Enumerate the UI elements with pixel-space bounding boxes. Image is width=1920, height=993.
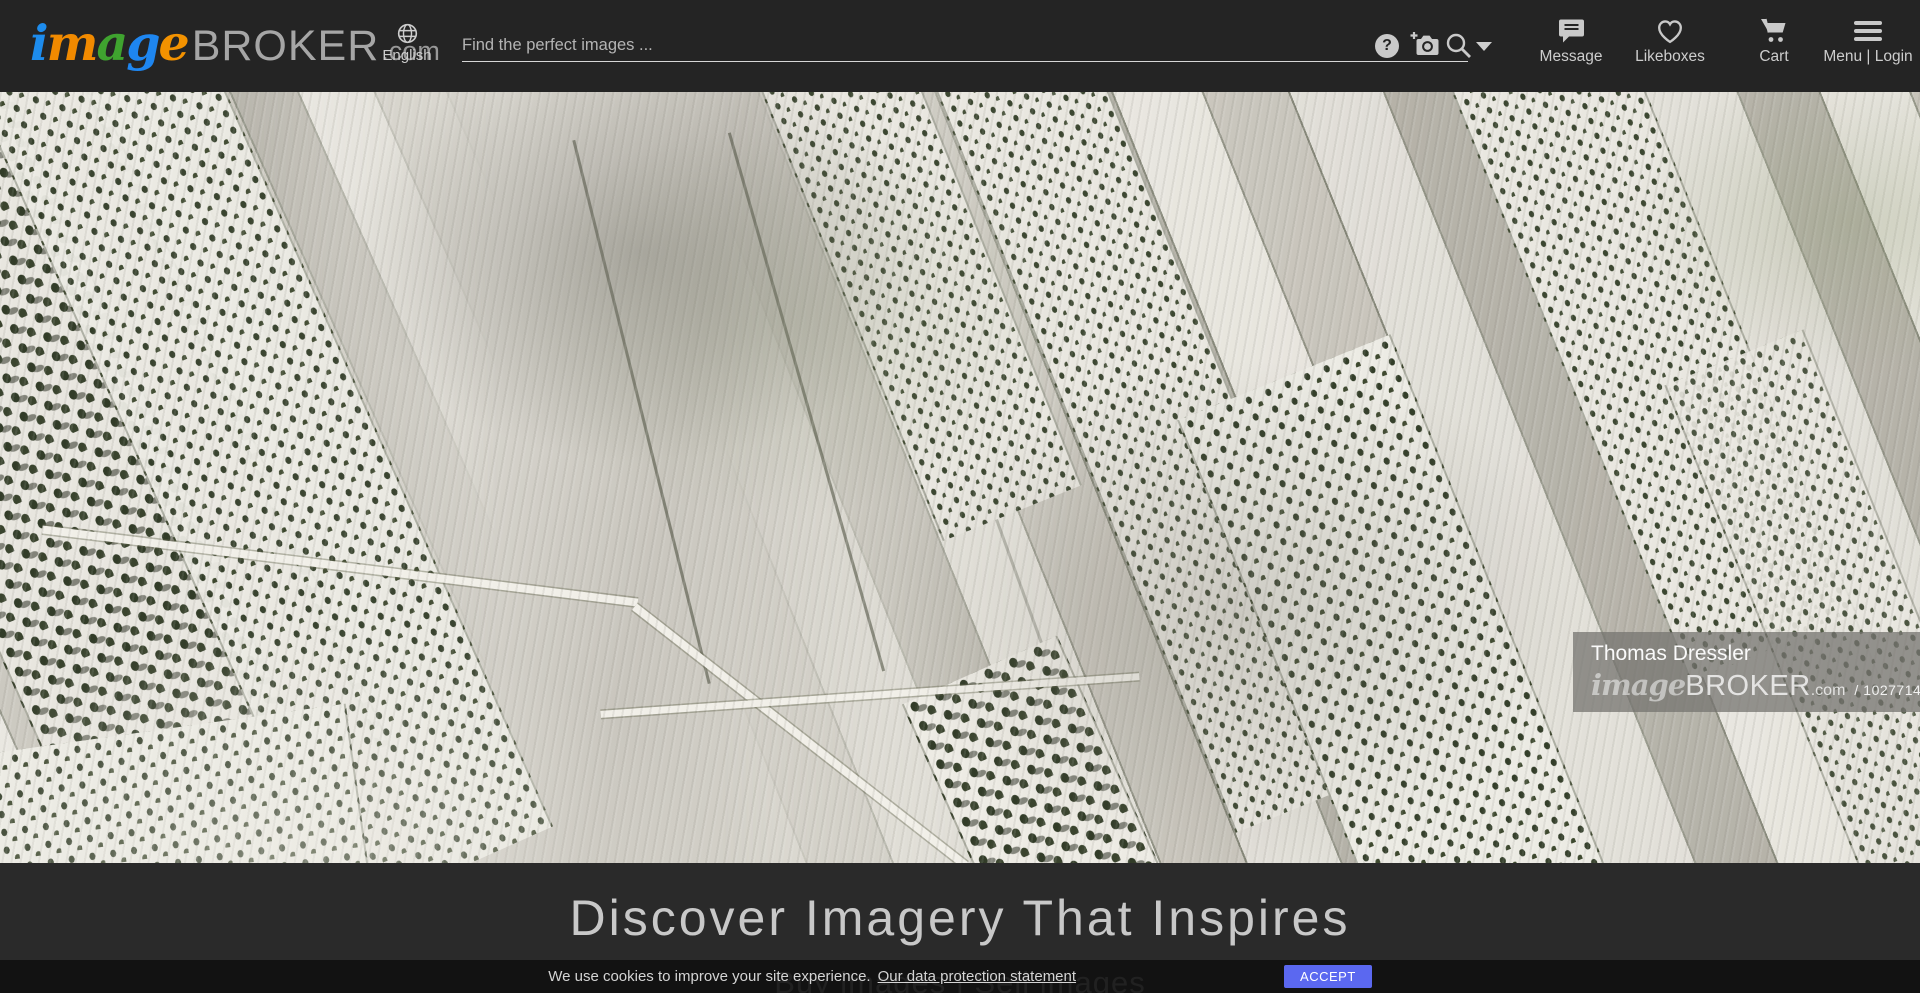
globe-icon	[396, 22, 419, 45]
nav-likeboxes-label: Likeboxes	[1624, 48, 1716, 66]
nav-cart-label: Cart	[1744, 48, 1804, 66]
logo-letter: m	[47, 14, 97, 72]
watermark-tld: .com	[1811, 682, 1846, 700]
hero-image: Thomas Dressler image BROKER .com / 1027…	[0, 92, 1920, 863]
cookie-message: We use cookies to improve your site expe…	[548, 968, 870, 985]
nav-message[interactable]: Message	[1532, 16, 1610, 66]
hamburger-menu-icon	[1854, 17, 1882, 45]
logo-image-word: image	[30, 14, 188, 72]
search-bar: ?	[462, 31, 1468, 62]
accept-button[interactable]: ACCEPT	[1284, 965, 1372, 988]
logo-letter: a	[96, 14, 126, 72]
help-icon[interactable]: ?	[1375, 34, 1399, 58]
cookie-banner: We use cookies to improve your site expe…	[0, 960, 1920, 993]
camera-search-icon[interactable]	[1409, 31, 1441, 59]
photographer-name: Thomas Dressler	[1591, 642, 1906, 666]
nav-likeboxes[interactable]: Likeboxes	[1624, 16, 1716, 66]
heart-icon	[1655, 18, 1685, 45]
watermark-separator: /	[1854, 682, 1858, 698]
language-selector[interactable]: English	[372, 22, 442, 64]
nav-menu-login-label: Menu | Login	[1818, 48, 1918, 66]
nav-cart[interactable]: Cart	[1744, 16, 1804, 66]
logo-letter: i	[30, 14, 47, 72]
cart-icon	[1759, 17, 1789, 45]
watermark-image-word: image	[1591, 668, 1685, 702]
headline: Discover Imagery That Inspires	[0, 863, 1920, 948]
logo-letter: e	[159, 14, 188, 72]
data-protection-link[interactable]: Our data protection statement	[878, 968, 1076, 985]
hero-layer-shading	[0, 92, 1920, 863]
logo-letter: g	[126, 14, 158, 72]
search-icon[interactable]	[1445, 32, 1472, 59]
message-icon	[1558, 18, 1585, 44]
top-nav: image BROKER .com English ? Messag	[0, 0, 1920, 92]
nav-message-label: Message	[1532, 48, 1610, 66]
language-label: English	[372, 47, 442, 64]
watermark: image BROKER .com / 10277149	[1591, 668, 1906, 703]
nav-menu-login[interactable]: Menu | Login	[1818, 16, 1918, 66]
search-input[interactable]	[462, 31, 1322, 60]
search-options-caret-icon[interactable]	[1476, 42, 1492, 51]
image-id: 10277149	[1863, 682, 1920, 698]
photo-credit: Thomas Dressler image BROKER .com / 1027…	[1573, 632, 1920, 712]
logo-broker-word: BROKER	[192, 22, 380, 71]
watermark-broker-word: BROKER	[1685, 670, 1810, 703]
